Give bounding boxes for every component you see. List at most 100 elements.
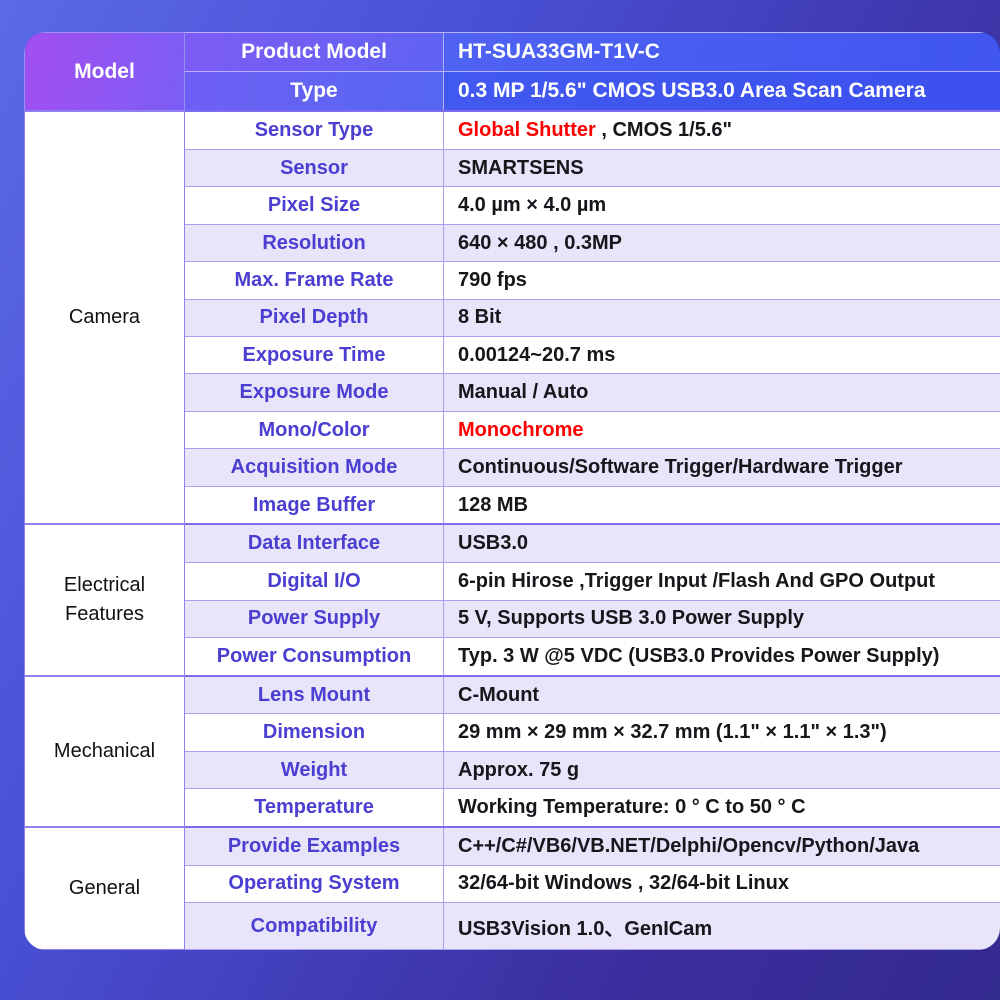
spec-label-cell: Data Interface [184,523,444,564]
spec-value: SMARTSENS [458,156,584,179]
spec-value: 0.00124~20.7 ms [458,343,616,366]
spec-label: Sensor [280,156,348,179]
spec-label-cell: Pixel Size [184,186,444,225]
spec-value: Typ. 3 W @5 VDC (USB3.0 Provides Power S… [458,644,940,667]
spec-value-cell: 0.00124~20.7 ms [443,336,1000,375]
spec-label: Digital I/O [267,569,361,592]
spec-value-highlight: Global Shutter [458,119,596,142]
spec-label-cell: Sensor [184,148,444,188]
table-row: Electrical Features Data Interface USB3.0 [24,523,1000,677]
spec-label: Operating System [228,872,400,895]
table-row: Camera Sensor Type Global Shutter , CMOS 1… [24,110,1000,525]
spec-value: 790 fps [458,268,527,291]
specification-table: Model Product Model HT-SUA33GM-T1V-C Type 0.… [24,32,1000,950]
spec-label-cell: Acquisition Mode [184,448,444,487]
camera-spec-card: Model Product Model HT-SUA33GM-T1V-C Type 0.… [24,32,1000,950]
spec-label-cell: Dimension [184,713,444,752]
spec-value-cell: 32/64-bit Windows , 32/64-bit Linux [443,864,1000,904]
spec-value-cell: Monochrome [443,410,1000,450]
category-cell-electrical-features: Electrical Features [24,523,185,677]
spec-label: Provide Examples [227,834,401,857]
spec-label: Pixel Depth [259,306,369,329]
spec-value: 0.3 MP 1/5.6" CMOS USB3.0 Area Scan Came… [458,79,926,103]
spec-label: Image Buffer [252,493,376,516]
spec-label-cell: Max. Frame Rate [184,261,444,300]
spec-label: Lens Mount [257,683,371,706]
spec-label: Temperature [254,796,374,819]
spec-label-cell: Operating System [184,864,444,904]
spec-label: Product Model [241,39,387,63]
spec-value: Working Temperature: 0 ° C to 50 ° C [458,796,806,819]
spec-value: 4.0 µm × 4.0 µm [458,194,607,217]
spec-value-cell: HT-SUA33GM-T1V-C [443,32,1000,72]
spec-label: Exposure Time [242,343,386,366]
spec-label: Exposure Mode [239,381,389,404]
spec-value: Approx. 75 g [458,758,580,781]
spec-value-cell: 5 V, Supports USB 3.0 Power Supply [443,599,1000,639]
spec-label: Pixel Size [267,194,361,217]
spec-value: Manual / Auto [458,381,589,404]
spec-label-cell: Product Model [184,32,444,72]
spec-value-cell: C++/C#/VB6/VB.NET/Delphi/Opencv/Python/J… [443,825,1000,866]
category-cell-general: General [24,825,185,950]
spec-value: 6-pin Hirose ,Trigger Input /Flash And G… [458,569,936,592]
spec-value-cell: 6-pin Hirose ,Trigger Input /Flash And G… [443,562,1000,601]
spec-label-cell: Sensor Type [184,110,444,150]
spec-label: Power Consumption [216,644,412,667]
spec-label-cell: Type [184,70,444,112]
spec-value-cell: Manual / Auto [443,373,1000,412]
spec-label: Type [290,79,338,103]
spec-label: Data Interface [247,532,381,555]
spec-value: 128 MB [458,493,529,516]
spec-label-cell: Lens Mount [184,674,444,715]
spec-value: USB3Vision 1.0、GenICam [458,917,713,940]
spec-value-cell: Global Shutter , CMOS 1/5.6" [443,110,1000,150]
spec-label: Mono/Color [258,418,370,441]
spec-value-cell: USB3.0 [443,523,1000,564]
spec-label-cell: Exposure Time [184,336,444,375]
spec-label: Power Supply [247,607,381,630]
spec-value: , CMOS 1/5.6" [595,119,732,142]
spec-value: C-Mount [458,683,540,706]
category-label: Mechanical [53,739,156,762]
spec-label-cell: Power Supply [184,599,444,639]
spec-label-cell: Power Consumption [184,636,444,677]
table-row: Mechanical Lens Mount C-Mount [24,674,1000,828]
table-row: General Provide Examples C++/C#/VB6/VB.NET… [24,825,1000,950]
spec-label: Max. Frame Rate [234,268,394,291]
spec-value: Continuous/Software Trigger/Hardware Tri… [458,456,903,479]
spec-label-cell: Mono/Color [184,410,444,450]
spec-value-cell: C-Mount [443,674,1000,715]
spec-value: USB3.0 [458,532,529,555]
spec-label-cell: Digital I/O [184,562,444,601]
spec-value-cell: USB3Vision 1.0、GenICam [443,902,1000,950]
category-cell-camera: Camera [24,110,185,525]
spec-label: Dimension [262,721,366,744]
spec-label-cell: Provide Examples [184,825,444,866]
spec-label: Compatibility [250,914,378,937]
spec-value: 8 Bit [458,306,502,329]
spec-label: Acquisition Mode [230,456,398,479]
spec-label-cell: Exposure Mode [184,373,444,412]
spec-value-cell: Working Temperature: 0 ° C to 50 ° C [443,788,1000,828]
category-label: General [68,876,141,899]
spec-value-highlight: Monochrome [458,418,584,441]
spec-label: Weight [280,758,348,781]
spec-label-cell: Pixel Depth [184,298,444,338]
category-label: Electrical Features [63,574,146,626]
spec-value-cell: 29 mm × 29 mm × 32.7 mm (1.1" × 1.1" × 1… [443,713,1000,752]
category-cell-model: Model [24,32,185,112]
spec-value: 32/64-bit Windows , 32/64-bit Linux [458,872,789,895]
category-cell-mechanical: Mechanical [24,674,185,828]
spec-label-cell: Temperature [184,788,444,828]
spec-value-cell: Approx. 75 g [443,750,1000,790]
spec-value-cell: 4.0 µm × 4.0 µm [443,186,1000,225]
spec-value: C++/C#/VB6/VB.NET/Delphi/Opencv/Python/J… [458,834,920,857]
spec-value: 5 V, Supports USB 3.0 Power Supply [458,607,805,630]
spec-value-cell: 790 fps [443,261,1000,300]
category-label: Camera [68,306,141,329]
table-row: Model Product Model HT-SUA33GM-T1V-C [24,32,1000,112]
spec-value-cell: Typ. 3 W @5 VDC (USB3.0 Provides Power S… [443,636,1000,677]
spec-value-cell: 0.3 MP 1/5.6" CMOS USB3.0 Area Scan Came… [443,70,1000,112]
spec-value: 640 × 480 , 0.3MP [458,231,623,254]
